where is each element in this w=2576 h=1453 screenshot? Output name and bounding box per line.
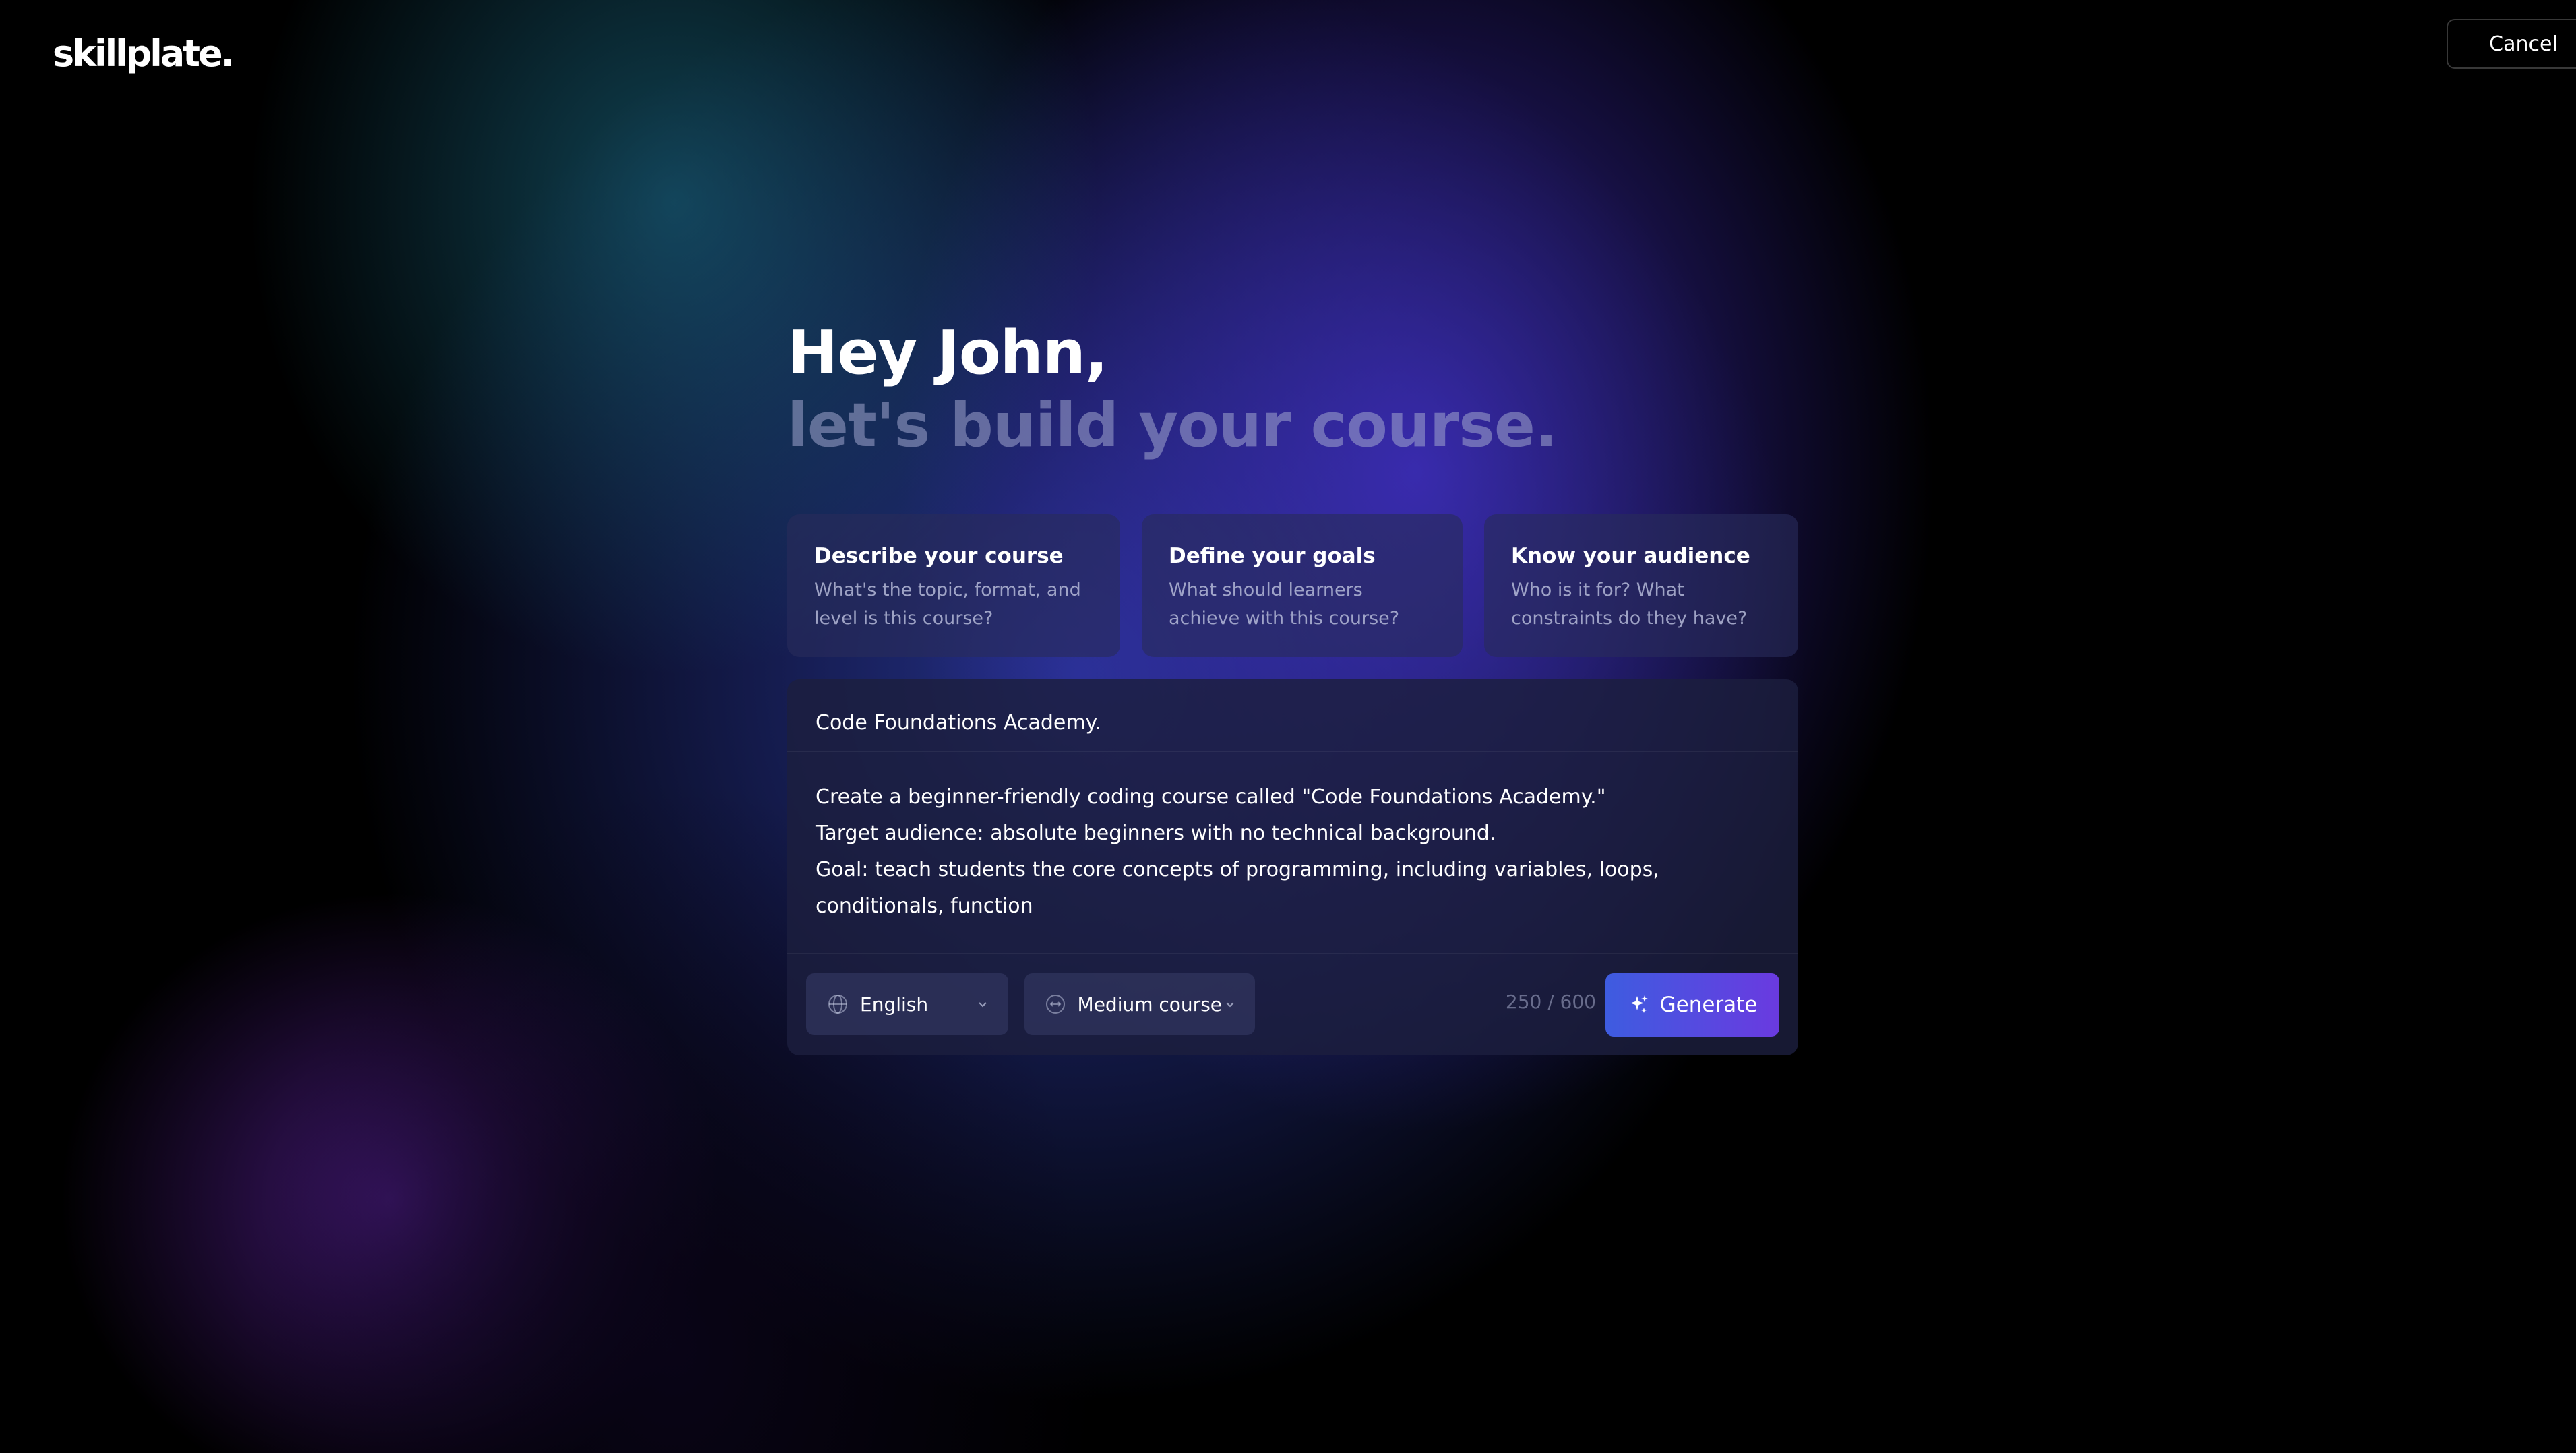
prompt-line: conditionals, function bbox=[816, 894, 1033, 918]
course-length-select[interactable]: Medium course bbox=[1024, 973, 1255, 1035]
card-describe-course[interactable]: Describe your course What's the topic, f… bbox=[787, 514, 1120, 657]
prompt-line: Goal: teach students the core concepts o… bbox=[816, 858, 1659, 882]
course-prompt-textarea[interactable]: Create a beginner-friendly coding course… bbox=[816, 779, 1746, 925]
length-icon bbox=[1045, 993, 1067, 1016]
card-description: What should learners achieve with this c… bbox=[1169, 580, 1400, 629]
composer-divider bbox=[787, 751, 1798, 752]
course-composer: Create a beginner-friendly coding course… bbox=[787, 679, 1798, 1055]
generate-label: Generate bbox=[1659, 993, 1758, 1017]
card-title: Define your goals bbox=[1169, 544, 1376, 568]
skillplate-logo[interactable]: skillplate. bbox=[53, 32, 235, 75]
card-define-goals[interactable]: Define your goals What should learners a… bbox=[1142, 514, 1463, 657]
card-description: Who is it for? What constraints do they … bbox=[1511, 580, 1748, 629]
character-counter: 250 / 600 bbox=[1505, 991, 1596, 1013]
card-title: Know your audience bbox=[1511, 544, 1750, 568]
sparkle-icon bbox=[1628, 993, 1651, 1016]
hero-heading: Hey John, let's build your course. bbox=[787, 317, 1558, 462]
prompt-line: Create a beginner-friendly coding course… bbox=[816, 785, 1606, 809]
prompt-suggestion-cards: Describe your course What's the topic, f… bbox=[787, 514, 1798, 657]
chevron-down-icon bbox=[975, 996, 991, 1012]
card-title: Describe your course bbox=[814, 544, 1064, 568]
card-know-audience[interactable]: Know your audience Who is it for? What c… bbox=[1484, 514, 1798, 657]
globe-icon bbox=[826, 993, 849, 1016]
course-length-selected: Medium course bbox=[1077, 993, 1223, 1016]
generate-button[interactable]: Generate bbox=[1605, 973, 1779, 1037]
card-description: What's the topic, format, and level is t… bbox=[814, 580, 1081, 629]
greeting-heading: Hey John, bbox=[787, 317, 1108, 388]
prompt-line: Target audience: absolute beginners with… bbox=[816, 822, 1496, 845]
cancel-button[interactable]: Cancel bbox=[2447, 19, 2576, 69]
composer-footer-divider bbox=[787, 953, 1798, 954]
build-course-subheading: let's build your course. bbox=[787, 390, 1558, 461]
chevron-down-icon bbox=[1222, 996, 1237, 1012]
course-title-input[interactable] bbox=[816, 702, 1759, 743]
language-select[interactable]: English bbox=[806, 973, 1008, 1035]
language-selected: English bbox=[860, 993, 929, 1016]
